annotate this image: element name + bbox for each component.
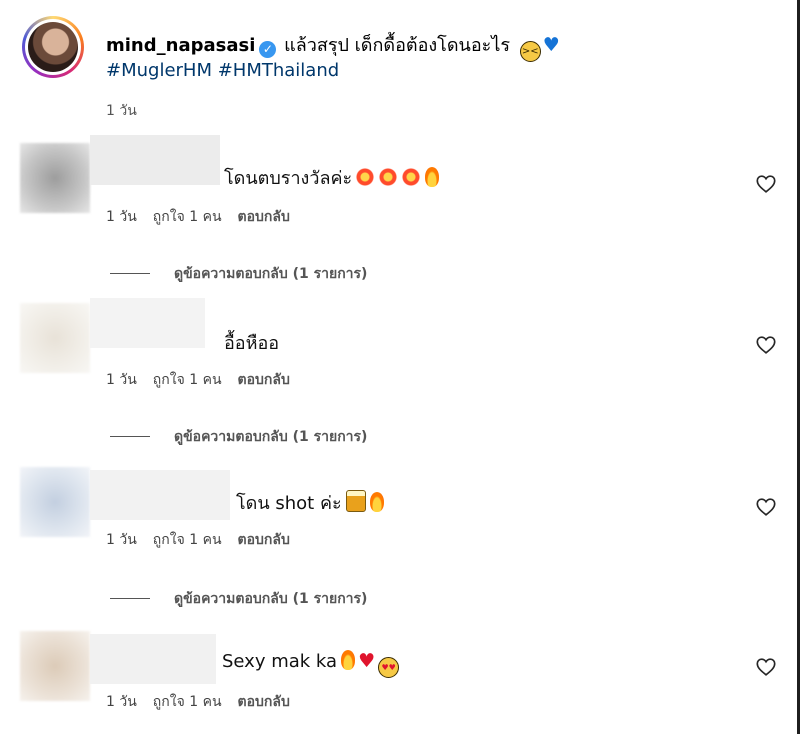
like-count[interactable]: ถูกใจ 1 คน (153, 209, 222, 225)
commenter-username[interactable] (90, 135, 220, 185)
divider (110, 273, 150, 274)
like-count[interactable]: ถูกใจ 1 คน (153, 372, 222, 388)
commenter-username[interactable] (90, 470, 230, 520)
collision-icon (378, 167, 399, 187)
reply-button[interactable]: ตอบกลับ (238, 209, 290, 225)
comment-text: อื้อหืออ (224, 333, 280, 354)
story-ring-avatar[interactable] (22, 16, 84, 78)
view-replies-button[interactable]: ดูข้อความตอบกลับ (1 รายการ) (110, 426, 367, 448)
comment-text: โดนตบรางวัลค่ะ (224, 168, 353, 189)
fire-icon (425, 167, 440, 187)
view-replies-button[interactable]: ดูข้อความตอบกลับ (1 รายการ) (110, 263, 367, 285)
post-caption: mind_napasasi ✓ แล้วสรุป เด็กดื้อต้องโดนอ… (22, 16, 762, 126)
like-heart-icon[interactable] (755, 656, 777, 678)
comment-timestamp: 1 วัน (106, 209, 137, 225)
blue-heart-icon: ♥ (542, 34, 560, 56)
reply-button[interactable]: ตอบกลับ (238, 372, 290, 388)
like-heart-icon[interactable] (755, 496, 777, 518)
avatar[interactable] (20, 631, 90, 701)
reply-button[interactable]: ตอบกลับ (238, 694, 290, 710)
avatar[interactable] (20, 467, 90, 537)
caption-hashtags[interactable]: #MuglerHM #HMThailand (106, 60, 339, 81)
verified-badge-icon: ✓ (259, 41, 277, 58)
comment-meta: 1 วัน ถูกใจ 1 คน ตอบกลับ (106, 529, 306, 551)
divider (110, 436, 150, 437)
caption-timestamp: 1 วัน (106, 103, 137, 119)
view-replies-label: ดูข้อความตอบกลับ (1 รายการ) (174, 266, 368, 282)
avatar[interactable] (20, 303, 90, 373)
comment-meta: 1 วัน ถูกใจ 1 คน ตอบกลับ (106, 369, 306, 391)
reply-button[interactable]: ตอบกลับ (238, 532, 290, 548)
like-heart-icon[interactable] (755, 173, 777, 195)
avatar (28, 22, 78, 72)
like-count[interactable]: ถูกใจ 1 คน (153, 532, 222, 548)
avatar[interactable] (20, 143, 90, 213)
avatar-border (25, 19, 81, 75)
like-heart-icon[interactable] (755, 334, 777, 356)
comment-text: โดน shot ค่ะ (236, 493, 342, 514)
fire-icon (341, 650, 356, 670)
like-count[interactable]: ถูกใจ 1 คน (153, 694, 222, 710)
comment-timestamp: 1 วัน (106, 694, 137, 710)
collision-icon (401, 167, 422, 187)
view-replies-label: ดูข้อความตอบกลับ (1 รายการ) (174, 591, 368, 607)
red-heart-icon: ♥ (358, 650, 376, 672)
comment-body: Sexy mak ka ♥ ♥♥ (222, 650, 400, 678)
view-replies-button[interactable]: ดูข้อความตอบกลับ (1 รายการ) (110, 588, 367, 610)
caption-text: แล้วสรุป เด็กดื้อต้องโดนอะไร (284, 35, 511, 56)
collision-icon (355, 167, 376, 187)
comment-text: Sexy mak ka (222, 651, 338, 672)
caption-username[interactable]: mind_napasasi (106, 35, 255, 56)
comment-meta: 1 วัน ถูกใจ 1 คน ตอบกลับ (106, 206, 306, 228)
divider (110, 598, 150, 599)
comment-body: โดน shot ค่ะ (236, 488, 384, 517)
comment-timestamp: 1 วัน (106, 532, 137, 548)
comment-body: อื้อหืออ (224, 328, 279, 357)
commenter-username[interactable] (90, 634, 216, 684)
fire-icon (369, 492, 384, 512)
tumbler-glass-icon (345, 490, 366, 512)
comment-timestamp: 1 วัน (106, 372, 137, 388)
view-replies-label: ดูข้อความตอบกลับ (1 รายการ) (174, 429, 368, 445)
comment-body: โดนตบรางวัลค่ะ (224, 163, 440, 192)
comment-meta: 1 วัน ถูกใจ 1 คน ตอบกลับ (106, 691, 306, 713)
commenter-username[interactable] (90, 298, 205, 348)
heart-eyes-icon: ♥♥ (378, 657, 400, 678)
grinning-squinting-face-icon: >< (519, 41, 541, 62)
caption-line: mind_napasasi ✓ แล้วสรุป เด็กดื้อต้องโดนอ… (106, 30, 560, 62)
